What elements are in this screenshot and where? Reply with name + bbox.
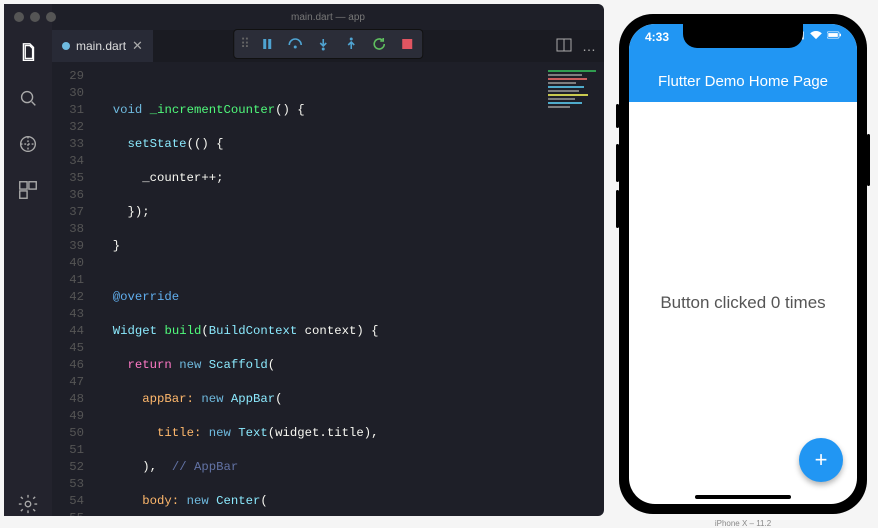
debug-toolbar[interactable]: ⠿: [233, 29, 423, 59]
explorer-icon[interactable]: [16, 40, 40, 64]
tab-label: main.dart: [76, 39, 126, 53]
mute-switch: [616, 104, 619, 128]
battery-icon: [827, 30, 841, 40]
counter-text: Button clicked 0 times: [660, 293, 825, 313]
min-dot[interactable]: [30, 12, 40, 22]
restart-icon[interactable]: [370, 35, 388, 53]
step-over-icon[interactable]: [286, 35, 304, 53]
editor-area: main.dart — app main.dart ✕ ⠿ …: [52, 4, 604, 516]
wifi-icon: [809, 30, 823, 40]
step-into-icon[interactable]: [314, 35, 332, 53]
code-content[interactable]: void _incrementCounter() { setState(() {…: [94, 62, 604, 516]
phone-screen[interactable]: 4:33 Flutter Demo Home Page Button click…: [629, 24, 857, 504]
step-out-icon[interactable]: [342, 35, 360, 53]
vol-down: [616, 190, 619, 228]
code-editor[interactable]: 2930313233343536373839404142434445464748…: [52, 62, 604, 516]
plus-icon: +: [815, 447, 828, 473]
notch: [683, 24, 803, 48]
line-gutter: 2930313233343536373839404142434445464748…: [52, 62, 94, 516]
app-bar: Flutter Demo Home Page: [629, 60, 857, 102]
tab-bar: main.dart ✕ ⠿ …: [52, 30, 604, 62]
close-dot[interactable]: [14, 12, 24, 22]
activity-bar: [4, 4, 52, 516]
debug-icon[interactable]: [16, 132, 40, 156]
more-actions-icon[interactable]: …: [582, 38, 596, 54]
tab-main-dart[interactable]: main.dart ✕: [52, 30, 153, 62]
search-icon[interactable]: [16, 86, 40, 110]
appbar-title: Flutter Demo Home Page: [658, 73, 828, 90]
split-editor-icon[interactable]: [556, 38, 572, 55]
pause-icon[interactable]: [258, 35, 276, 53]
window-traffic-lights: [14, 12, 56, 22]
home-indicator[interactable]: [695, 495, 791, 499]
vscode-window: main.dart — app main.dart ✕ ⠿ …: [4, 4, 604, 516]
floating-action-button[interactable]: +: [799, 438, 843, 482]
file-modified-dot-icon: [62, 42, 70, 50]
iphone-frame: 4:33 Flutter Demo Home Page Button click…: [619, 14, 867, 514]
window-title: main.dart — app: [52, 4, 604, 30]
editor-actions: …: [556, 30, 596, 62]
simulator-device-label: iPhone X – 11.2: [715, 519, 771, 528]
simulator-pane: 4:33 Flutter Demo Home Page Button click…: [608, 0, 878, 522]
vol-up: [616, 144, 619, 182]
settings-gear-icon[interactable]: [16, 492, 40, 516]
status-time: 4:33: [645, 30, 669, 44]
drag-grip-icon[interactable]: ⠿: [240, 36, 248, 52]
extensions-icon[interactable]: [16, 178, 40, 202]
close-tab-icon[interactable]: ✕: [132, 38, 143, 54]
stop-icon[interactable]: [398, 35, 416, 53]
side-button: [867, 134, 870, 186]
